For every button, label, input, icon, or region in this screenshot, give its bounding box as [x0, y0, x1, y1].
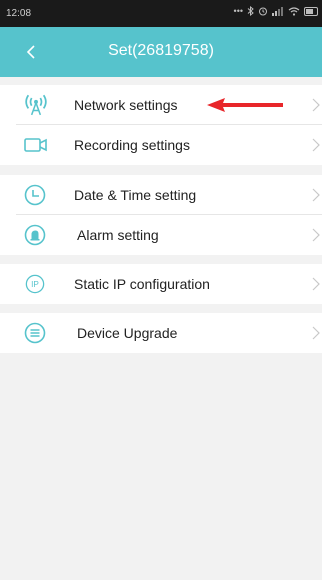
- signal-icon: [272, 6, 283, 16]
- alarm-setting-item[interactable]: Alarm setting: [0, 215, 322, 255]
- status-icons: •••: [234, 6, 318, 16]
- chevron-right-icon: [312, 326, 320, 340]
- wifi-icon: [288, 6, 300, 16]
- device-upgrade-item[interactable]: Device Upgrade: [0, 313, 322, 353]
- status-time: 12:08: [6, 8, 32, 19]
- video-camera-icon: [24, 138, 47, 152]
- upgrade-menu-icon: [24, 322, 46, 344]
- ip-icon: IP: [25, 274, 45, 294]
- bluetooth-icon: [247, 6, 254, 16]
- chevron-right-icon: [312, 98, 320, 112]
- alarm-status-icon: [259, 7, 267, 16]
- annotation-arrow-icon: [207, 98, 283, 112]
- settings-group-time-alarm: Date & Time setting Alarm setting: [0, 175, 322, 255]
- settings-group-upgrade: Device Upgrade: [0, 313, 322, 353]
- static-ip-configuration-item[interactable]: IP Static IP configuration: [0, 264, 322, 304]
- static-ip-configuration-label: Static IP configuration: [74, 276, 210, 292]
- network-settings-item[interactable]: Network settings: [0, 85, 322, 125]
- chevron-right-icon: [312, 138, 320, 152]
- settings-group-ip: IP Static IP configuration: [0, 264, 322, 304]
- battery-icon: [304, 6, 318, 16]
- chevron-right-icon: [312, 277, 320, 291]
- date-time-setting-item[interactable]: Date & Time setting: [0, 175, 322, 215]
- device-upgrade-label: Device Upgrade: [77, 325, 178, 341]
- antenna-icon: [25, 94, 47, 116]
- notification-dots-icon: •••: [233, 6, 243, 16]
- recording-settings-item[interactable]: Recording settings: [0, 125, 322, 165]
- alarm-bell-icon: [24, 224, 46, 246]
- clock-icon: [24, 184, 46, 206]
- app-header: Set(26819758): [0, 27, 322, 77]
- alarm-setting-label: Alarm setting: [77, 227, 159, 243]
- settings-group-network: Network settings Recording settings: [0, 85, 322, 165]
- status-bar: 12:08 •••: [0, 0, 322, 27]
- svg-text:IP: IP: [31, 280, 39, 289]
- chevron-right-icon: [312, 228, 320, 242]
- page-title: Set(26819758): [108, 42, 214, 59]
- date-time-setting-label: Date & Time setting: [74, 187, 197, 203]
- recording-settings-label: Recording settings: [74, 137, 190, 153]
- network-settings-label: Network settings: [74, 97, 178, 113]
- chevron-right-icon: [312, 188, 320, 202]
